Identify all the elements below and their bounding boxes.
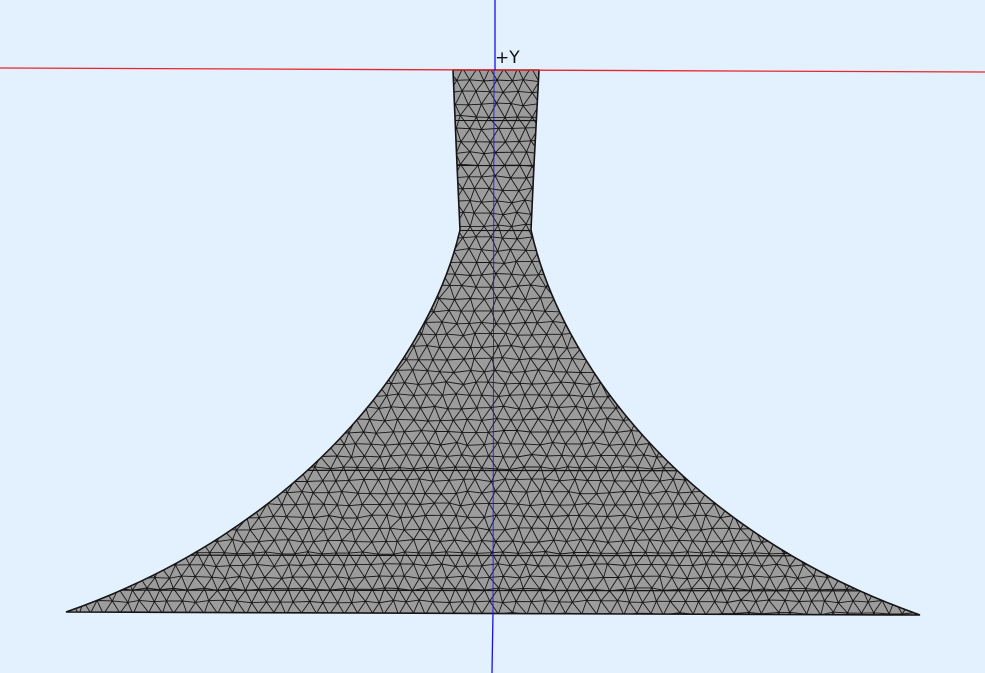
scene-canvas[interactable]	[0, 0, 985, 673]
mesh-band	[66, 469, 920, 472]
mesh-band	[66, 229, 920, 232]
mesh-band	[66, 164, 920, 167]
mesh-band	[66, 119, 920, 122]
3d-viewport[interactable]: +Y	[0, 0, 985, 673]
y-axis-line-bottom	[491, 611, 494, 673]
mesh-model[interactable]	[0, 67, 985, 628]
mesh-band	[66, 554, 920, 557]
y-axis-label: +Y	[495, 48, 520, 68]
